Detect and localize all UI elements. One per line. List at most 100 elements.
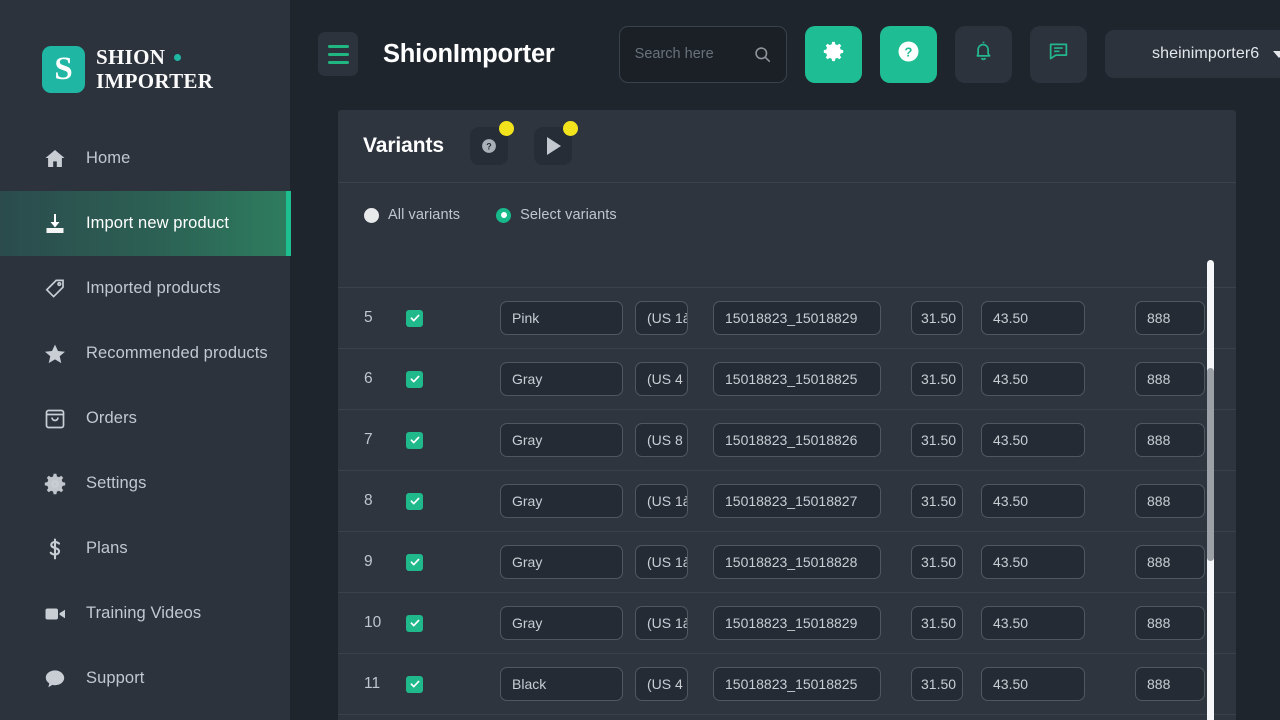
table-row[interactable]: 12Black(US 815018823_1501882631.5043.508… [338,715,1236,720]
variant-price-input[interactable]: 31.50 [911,606,963,640]
variant-size-input[interactable]: (US 1à [635,545,688,579]
variant-compare-price-input[interactable]: 43.50 [981,545,1085,579]
variant-quantity-input[interactable]: 888 [1135,301,1205,335]
variant-color-input[interactable]: Gray [500,606,623,640]
variant-sku-input[interactable]: 15018823_15018827 [713,484,881,518]
variant-color-cell: Pink [500,301,625,335]
table-row[interactable]: 8 Gray (US 1à 15018823_15018827 31.50 43.50 88… [338,471,1236,532]
variants-scrollbar[interactable] [1207,260,1214,720]
variant-price-cell: 31.50 [911,545,963,579]
variant-quantity-input[interactable]: 888 [1135,423,1205,457]
row-checkbox-cell [406,614,446,632]
variant-color-input[interactable]: Gray [500,423,623,457]
radio-all-variants[interactable]: All variants [364,207,460,223]
radio-select-variants[interactable]: Select variants [496,207,617,223]
variant-color-cell: Gray [500,423,625,457]
table-row[interactable]: 10 Gray (US 1à 15018823_15018829 31.50 43.50 8… [338,593,1236,654]
variant-color-input[interactable]: Gray [500,545,623,579]
variant-size-input[interactable]: (US 4 [635,667,688,701]
settings-button[interactable] [804,25,862,83]
variant-sku-input[interactable]: 15018823_15018826 [713,423,881,457]
table-row[interactable]: 5 Pink (US 1à 15018823_15018829 31.50 43.50 88… [338,288,1236,349]
variant-quantity-input[interactable]: 888 [1135,606,1205,640]
variant-size-input[interactable]: (US 1à [635,484,688,518]
variant-compare-price-input[interactable]: 43.50 [981,484,1085,518]
star-icon [42,341,68,367]
row-checkbox[interactable] [406,553,423,571]
row-index: 6 [364,370,373,387]
sidebar-item-recommended-products[interactable]: Recommended products [0,321,290,386]
variant-size-input[interactable]: (US 4 [635,362,688,396]
variant-quantity-input[interactable]: 888 [1135,667,1205,701]
variant-quantity-input[interactable]: 888 [1135,484,1205,518]
notifications-button[interactable] [954,25,1012,83]
variant-color-input[interactable]: Gray [500,362,623,396]
sidebar-item-label: Imported products [86,279,221,297]
variant-quantity-input[interactable]: 888 [1135,362,1205,396]
sidebar-item-imported-products[interactable]: Imported products [0,256,290,321]
variant-compare-price-input[interactable]: 43.50 [981,606,1085,640]
variant-compare-price-input[interactable]: 43.50 [981,423,1085,457]
variant-price-input[interactable]: 31.50 [911,545,963,579]
search-input[interactable] [634,46,753,62]
sidebar-item-training-videos[interactable]: Training Videos [0,581,290,646]
variant-compare-price-input[interactable]: 43.50 [981,362,1085,396]
variant-size-input[interactable]: (US 1à [635,301,688,335]
variants-panel-header: Variants ? [338,110,1236,183]
variants-help-button[interactable]: ? [469,121,514,165]
variants-play-button[interactable] [533,121,578,165]
row-checkbox[interactable] [406,492,423,510]
sidebar-item-import-new-product[interactable]: Import new product [0,191,291,256]
variant-size-input[interactable]: (US 1à [635,606,688,640]
hamburger-icon[interactable] [318,32,358,76]
app-root: S SHION IMPORTER Home Import new product [0,0,1280,720]
variant-compare-price-input[interactable]: 43.50 [981,301,1085,335]
sidebar-item-label: Orders [86,409,138,427]
variant-sku-input[interactable]: 15018823_15018829 [713,301,881,335]
row-checkbox[interactable] [406,614,423,632]
variant-price-input[interactable]: 31.50 [911,484,963,518]
user-menu[interactable]: sheinimporter6 [1104,30,1280,78]
variant-sku-input[interactable]: 15018823_15018825 [713,362,881,396]
bell-icon [972,40,995,68]
row-checkbox[interactable] [406,675,423,693]
row-checkbox[interactable] [406,370,423,388]
variants-scrollbar-thumb[interactable] [1207,368,1214,561]
row-checkbox[interactable] [406,309,423,327]
table-row[interactable]: 7 Gray (US 8 15018823_15018826 31.50 43.50 888 [338,410,1236,471]
variant-price-input[interactable]: 31.50 [911,362,963,396]
sidebar-item-settings[interactable]: Settings [0,451,290,516]
table-row[interactable]: 9 Gray (US 1à 15018823_15018828 31.50 43.50 88… [338,532,1236,593]
search-box[interactable] [618,25,787,83]
help-button[interactable]: ? [879,25,937,83]
brand-logo[interactable]: S SHION IMPORTER [0,0,290,108]
variant-quantity-input[interactable]: 888 [1135,545,1205,579]
variant-sku-input[interactable]: 15018823_15018828 [713,545,881,579]
variant-quantity-cell: 888 [1135,301,1205,335]
variant-price-cell: 31.50 [911,606,963,640]
variant-compare-price-cell: 43.50 [981,606,1085,640]
variant-sku-input[interactable]: 15018823_15018825 [713,667,881,701]
variant-size-input[interactable]: (US 8 [635,423,688,457]
variant-compare-price-cell: 43.50 [981,362,1085,396]
variant-color-input[interactable]: Gray [500,484,623,518]
sidebar-item-home[interactable]: Home [0,126,290,191]
table-row[interactable] [338,258,1236,288]
variant-price-input[interactable]: 31.50 [911,301,963,335]
variant-price-input[interactable]: 31.50 [911,667,963,701]
variant-color-input[interactable]: Pink [500,301,623,335]
sidebar-item-orders[interactable]: Orders [0,386,290,451]
variant-quantity-cell: 888 [1135,667,1205,701]
variant-color-input[interactable]: Black [500,667,623,701]
messages-button[interactable] [1029,25,1087,83]
search-icon[interactable] [753,45,772,64]
row-checkbox[interactable] [406,431,423,449]
variant-price-input[interactable]: 31.50 [911,423,963,457]
table-row[interactable]: 11 Black (US 4 15018823_15018825 31.50 43.50 8… [338,654,1236,715]
variant-compare-price-input[interactable]: 43.50 [981,667,1085,701]
sidebar-item-support[interactable]: Support [0,646,290,711]
sidebar-item-plans[interactable]: Plans [0,516,290,581]
variant-sku-input[interactable]: 15018823_15018829 [713,606,881,640]
variant-size-cell: (US 4 [635,362,703,396]
table-row[interactable]: 6 Gray (US 4 15018823_15018825 31.50 43.50 888 [338,349,1236,410]
